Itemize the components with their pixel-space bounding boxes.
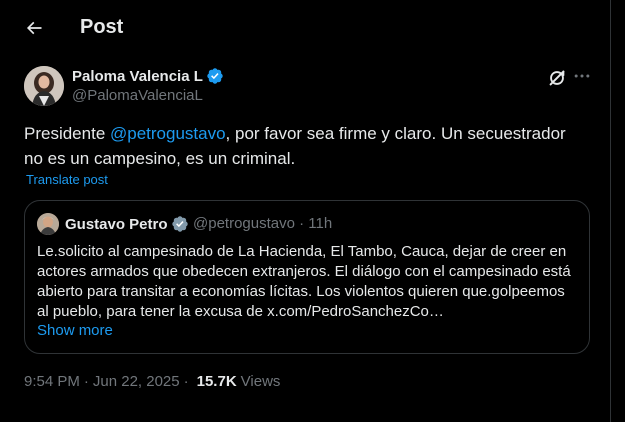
page-title: Post	[80, 16, 124, 38]
post-text: Presidente @petrogustavo, por favor sea …	[24, 121, 589, 171]
post-text-start: Presidente	[24, 124, 110, 143]
quote-author-name-label: Gustavo Petro	[65, 215, 168, 233]
verified-badge-icon	[171, 216, 188, 232]
views-label: Views	[240, 373, 281, 390]
grok-button[interactable]	[546, 67, 568, 89]
post-time[interactable]: 9:54 PM	[24, 373, 80, 390]
author-name-label: Paloma Valencia L	[72, 67, 203, 85]
post-metadata: 9:54 PM · Jun 22, 2025 · 15.7K Views	[24, 373, 280, 390]
post-page: Post Paloma Valencia L @PalomaValenciaL	[0, 0, 611, 422]
arrow-left-icon	[26, 21, 42, 35]
separator-dot: ·	[83, 373, 89, 390]
quote-text: Le.solicito al campesinado de La Haciend…	[37, 243, 571, 320]
show-more-link[interactable]: Show more	[37, 322, 113, 339]
separator-dot: ·	[183, 373, 189, 390]
grok-icon	[549, 70, 565, 86]
post-date[interactable]: Jun 22, 2025	[93, 373, 180, 390]
quote-avatar[interactable]	[37, 213, 59, 235]
back-button[interactable]	[17, 11, 51, 45]
page-header: Post	[0, 0, 611, 56]
avatar[interactable]	[24, 66, 64, 106]
quote-author-handle-time[interactable]: @petrogustavo · 11h	[193, 215, 332, 232]
quoted-post[interactable]: Gustavo Petro @petrogustavo · 11h Le.sol…	[24, 200, 590, 354]
author-name[interactable]: Paloma Valencia L	[72, 67, 224, 85]
quote-author-name[interactable]: Gustavo Petro	[65, 215, 189, 233]
verified-badge-icon	[207, 68, 223, 84]
more-options-button[interactable]	[570, 66, 594, 88]
mention-link[interactable]: @petrogustavo	[110, 124, 226, 143]
translate-post-link[interactable]: Translate post	[26, 172, 108, 187]
more-horizontal-icon	[574, 74, 590, 78]
author-handle[interactable]: @PalomaValenciaL	[72, 87, 203, 104]
views-count[interactable]: 15.7K	[197, 373, 237, 390]
